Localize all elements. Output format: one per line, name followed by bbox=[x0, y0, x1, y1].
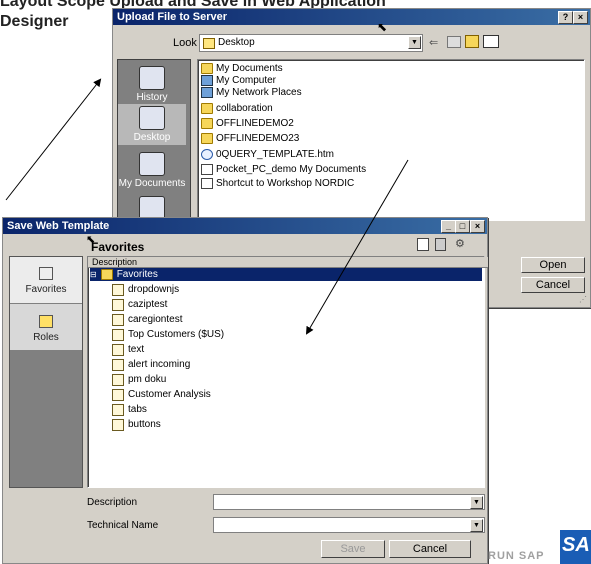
arrow-to-upload-dialog bbox=[5, 78, 102, 201]
footer-text: RUN SAP bbox=[488, 550, 545, 562]
sap-logo: SA bbox=[560, 530, 591, 564]
cursor-icon: ⬉ bbox=[377, 20, 388, 34]
logo-text: SA bbox=[562, 534, 590, 556]
cursor-icon: ⬉ bbox=[86, 234, 96, 246]
arrow-to-save-dialog bbox=[305, 159, 409, 335]
annotation-arrows bbox=[5, 78, 409, 335]
